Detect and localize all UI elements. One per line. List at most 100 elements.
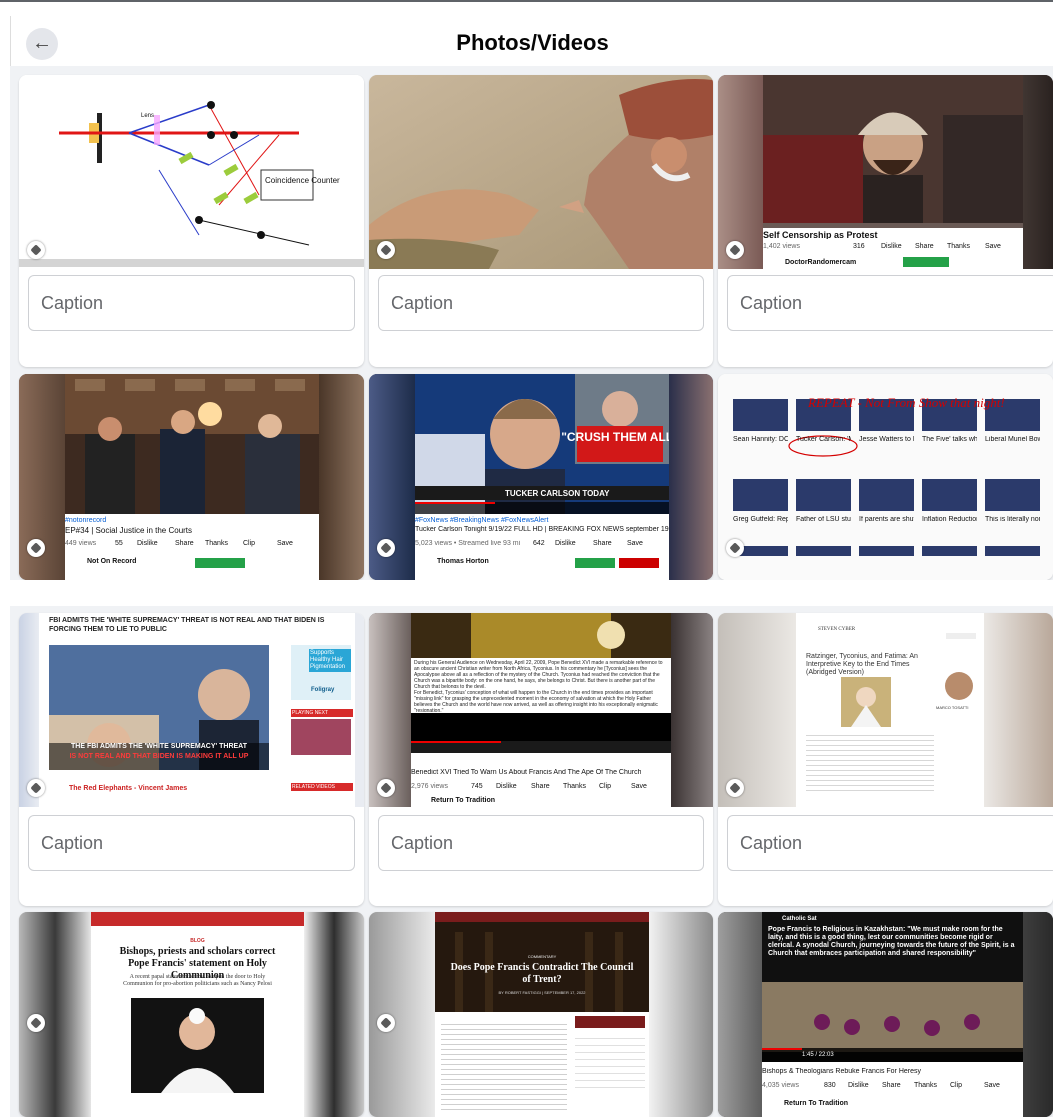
clip-button[interactable]: Clip [243, 540, 255, 547]
painting-image [369, 75, 713, 269]
media-thumbnail[interactable]: FBI ADMITS THE 'WHITE SUPREMACY' THREAT … [19, 613, 364, 807]
thanks-button[interactable]: Thanks [205, 540, 228, 547]
tag-icon[interactable] [726, 779, 744, 797]
thanks-button[interactable]: Thanks [947, 243, 970, 250]
tag-icon[interactable] [377, 1014, 395, 1032]
video-item[interactable]: Sean Hannity: DC doesn't have the resour… [733, 436, 788, 443]
clip-button[interactable]: Clip [599, 783, 611, 790]
video-item[interactable]: Greg Gutfeld: Republicans succeeded in e… [733, 516, 788, 523]
like-count[interactable]: 830 [824, 1082, 836, 1089]
join-badge[interactable] [619, 558, 659, 568]
channel-name[interactable]: Not On Record [87, 558, 136, 565]
tag-icon[interactable] [726, 539, 744, 557]
like-count[interactable]: 745 [471, 783, 483, 790]
media-thumbnail[interactable]: STEVEN CYBER Ratzinger, Tyconius, and Fa… [718, 613, 1053, 807]
video-tag[interactable]: #notonrecord [65, 517, 106, 524]
dialog-header: ← Photos/Videos [10, 16, 1053, 72]
media-thumbnail[interactable]: Coincidence Counter Lens [19, 75, 364, 269]
video-title: Tucker Carlson Tonight 9/19/22 FULL HD |… [415, 526, 669, 533]
media-card: BLOG Bishops, priests and scholars corre… [19, 912, 364, 1117]
video-item[interactable]: Father of LSU student fatally shot in ca… [796, 516, 851, 523]
ad-panel[interactable]: Supports Healthy Hair Pigmentation Folig… [291, 645, 351, 700]
media-thumbnail[interactable]: "CRUSH THEM ALL" TUCKER CARLSON TODAY #F… [369, 374, 713, 580]
save-button[interactable]: Save [985, 243, 1001, 250]
video-item[interactable]: The Five' talks who will run in 2024 if … [922, 436, 977, 443]
caption-input[interactable]: Caption [378, 275, 704, 331]
thanks-button[interactable]: Thanks [914, 1082, 937, 1089]
save-button[interactable]: Save [984, 1082, 1000, 1089]
caption-input[interactable]: Caption [378, 815, 704, 871]
article-kicker: BLOG [190, 938, 205, 944]
video-item[interactable]: This is literally nonsense: Jonathan Tur… [985, 516, 1040, 523]
channel-name[interactable]: Thomas Horton [437, 558, 489, 565]
article-subhead: A recent papal statement seems to open t… [123, 974, 272, 987]
tag-icon[interactable] [27, 779, 45, 797]
channel-name[interactable]: The Red Elephants - Vincent James [69, 785, 187, 792]
video-item[interactable]: Jesse Watters to Biden: Just tell us you… [859, 436, 914, 443]
tag-icon[interactable] [27, 1014, 45, 1032]
lower-third: TUCKER CARLSON TODAY [505, 489, 610, 498]
caption-input[interactable]: Caption [727, 275, 1053, 331]
follow-bar[interactable] [575, 1016, 645, 1028]
sidebar-thumbnail[interactable] [291, 719, 351, 755]
share-button[interactable]: Share [175, 540, 194, 547]
article-body [441, 1020, 567, 1110]
article-body [806, 731, 934, 791]
caption-input[interactable]: Caption [28, 815, 355, 871]
media-thumbnail[interactable] [369, 75, 713, 269]
save-button[interactable]: Save [277, 540, 293, 547]
share-button[interactable]: Share [593, 540, 612, 547]
dislike-button[interactable]: Dislike [881, 243, 902, 250]
like-count[interactable]: 316 [853, 243, 865, 250]
thanks-button[interactable]: Thanks [563, 783, 586, 790]
video-tag[interactable]: #FoxNews #BreakingNews #FoxNewsAlert [415, 517, 548, 524]
tag-icon[interactable] [27, 241, 45, 259]
media-thumbnail[interactable]: Self Censorship as Protest 1,402 views 3… [718, 75, 1053, 269]
save-button[interactable]: Save [627, 540, 643, 547]
subscribe-badge[interactable] [575, 558, 615, 568]
related-videos-label: RELATED VIDEOS [291, 783, 353, 791]
tag-icon[interactable] [27, 539, 45, 557]
channel-name[interactable]: Return To Tradition [784, 1100, 848, 1107]
tag-icon[interactable] [377, 241, 395, 259]
banner-text: "CRUSH THEM ALL" [561, 430, 669, 444]
tag-icon[interactable] [726, 241, 744, 259]
channel-name[interactable]: DoctorRandomercam [785, 259, 856, 266]
caption-input[interactable]: Caption [727, 815, 1053, 871]
video-title: Benedict XVI Tried To Warn Us About Fran… [411, 769, 642, 776]
media-thumbnail[interactable]: BLOG Bishops, priests and scholars corre… [19, 912, 364, 1117]
dislike-button[interactable]: Dislike [555, 540, 576, 547]
video-item[interactable]: Tucker Carlson: 'Mr Biden' believe this … [796, 436, 851, 443]
video-item[interactable]: Liberal Muriel Bowser slammed for wantin… [985, 436, 1040, 443]
dislike-button[interactable]: Dislike [496, 783, 517, 790]
media-thumbnail[interactable]: Catholic Sat Pope Francis to Religious i… [718, 912, 1053, 1117]
subscribe-badge[interactable] [903, 257, 949, 267]
subscribe-badge[interactable] [195, 558, 245, 568]
video-item[interactable]: Inflation Reduction Act defended by chie… [922, 516, 977, 523]
caption-input[interactable]: Caption [28, 275, 355, 331]
article-headline: Does Pope Francis Contradict The Council… [450, 962, 634, 985]
video-item[interactable]: If parents are shut out of these decisio… [859, 516, 914, 523]
like-count[interactable]: 642 [533, 540, 545, 547]
share-button[interactable]: Share [915, 243, 934, 250]
video-title: EP#34 | Social Justice in the Courts [65, 526, 193, 535]
clip-button[interactable]: Clip [950, 1082, 962, 1089]
media-thumbnail[interactable]: During his General Audience on Wednesday… [369, 613, 713, 807]
article-byline: BY ROBERT FASTIGGI | SEPTEMBER 17, 2022 [498, 990, 586, 995]
tag-icon[interactable] [377, 779, 395, 797]
media-card: REPEAT - Not From Show that night! Sean … [718, 374, 1053, 580]
dislike-button[interactable]: Dislike [137, 540, 158, 547]
dislike-button[interactable]: Dislike [848, 1082, 869, 1089]
tag-icon[interactable] [377, 539, 395, 557]
author-name: MARCO TOSATTI [936, 705, 969, 710]
save-button[interactable]: Save [631, 783, 647, 790]
media-thumbnail[interactable]: #notonrecord EP#34 | Social Justice in t… [19, 374, 364, 580]
share-button[interactable]: Share [882, 1082, 901, 1089]
media-thumbnail[interactable]: REPEAT - Not From Show that night! Sean … [718, 374, 1053, 580]
share-button[interactable]: Share [531, 783, 550, 790]
tweet-author: Catholic Sat [782, 916, 817, 922]
media-thumbnail[interactable]: COMMENTARY Does Pope Francis Contradict … [369, 912, 713, 1117]
like-count[interactable]: 55 [115, 540, 123, 547]
channel-name[interactable]: Return To Tradition [431, 797, 495, 804]
author-avatar [945, 672, 973, 700]
